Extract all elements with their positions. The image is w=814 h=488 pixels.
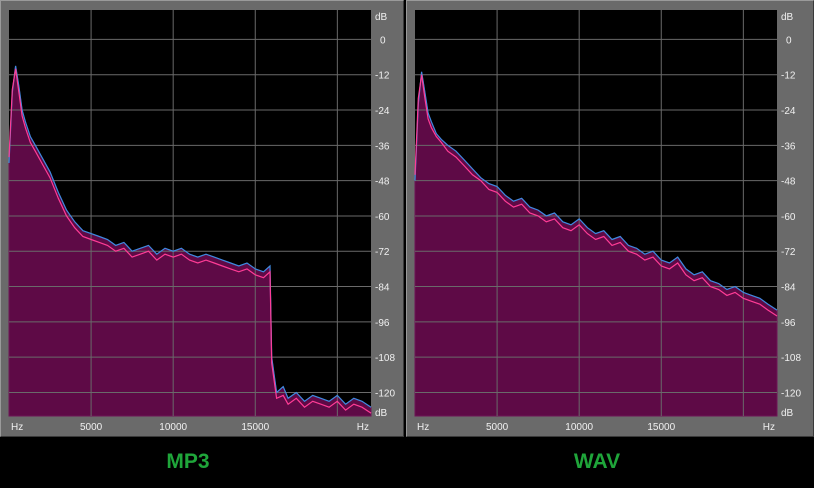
y-tick-label: -60 xyxy=(781,212,796,223)
y-tick-label: -108 xyxy=(781,353,801,364)
x-axis-unit-right: Hz xyxy=(357,422,369,433)
mp3-spectrum-panel: dB 0 -12 -24 -36 -48 -60 -72 -84 -96 -108 -120 dB Hz 5… xyxy=(0,0,404,437)
y-tick-label: -108 xyxy=(375,353,395,364)
wav-caption: WAV xyxy=(573,450,621,473)
y-axis-unit-bottom: dB xyxy=(781,408,794,419)
x-tick-label: 10000 xyxy=(159,422,187,433)
y-tick-label: -60 xyxy=(375,212,390,223)
y-tick-label: 0 xyxy=(380,35,386,46)
x-tick-label: 15000 xyxy=(647,422,675,433)
y-tick-label: -120 xyxy=(375,388,395,399)
y-tick-label: -72 xyxy=(375,247,390,258)
x-tick-label: 15000 xyxy=(241,422,269,433)
y-tick-label: -12 xyxy=(375,71,390,82)
y-tick-label: -48 xyxy=(781,177,796,188)
x-tick-label: 10000 xyxy=(565,422,593,433)
y-tick-label: -36 xyxy=(375,141,390,152)
y-tick-label: -84 xyxy=(375,283,390,294)
x-tick-label: 5000 xyxy=(80,422,103,433)
y-tick-label: -72 xyxy=(781,247,796,258)
x-tick-label: 5000 xyxy=(486,422,509,433)
y-tick-label: -120 xyxy=(781,388,801,399)
wav-spectrum-chart: dB 0 -12 -24 -36 -48 -60 -72 -84 -96 -108 -120 dB Hz 5… xyxy=(414,10,801,433)
y-tick-label: -48 xyxy=(375,177,390,188)
y-axis-unit-top: dB xyxy=(781,12,794,23)
y-tick-label: -24 xyxy=(781,106,796,117)
y-tick-label: -96 xyxy=(375,318,390,329)
y-tick-label: -24 xyxy=(375,106,390,117)
x-axis-unit-left: Hz xyxy=(417,422,429,433)
y-tick-label: 0 xyxy=(786,35,792,46)
x-axis-unit-left: Hz xyxy=(11,422,23,433)
y-axis-unit-top: dB xyxy=(375,12,388,23)
y-axis-unit-bottom: dB xyxy=(375,408,388,419)
mp3-spectrum-chart: dB 0 -12 -24 -36 -48 -60 -72 -84 -96 -108 -120 dB Hz 5… xyxy=(8,10,395,433)
wav-spectrum-panel: dB 0 -12 -24 -36 -48 -60 -72 -84 -96 -108 -120 dB Hz 5… xyxy=(406,0,814,437)
y-tick-label: -96 xyxy=(781,318,796,329)
y-tick-label: -84 xyxy=(781,283,796,294)
y-tick-label: -12 xyxy=(781,71,796,82)
y-tick-label: -36 xyxy=(781,141,796,152)
x-axis-unit-right: Hz xyxy=(763,422,775,433)
mp3-caption: MP3 xyxy=(166,450,210,473)
